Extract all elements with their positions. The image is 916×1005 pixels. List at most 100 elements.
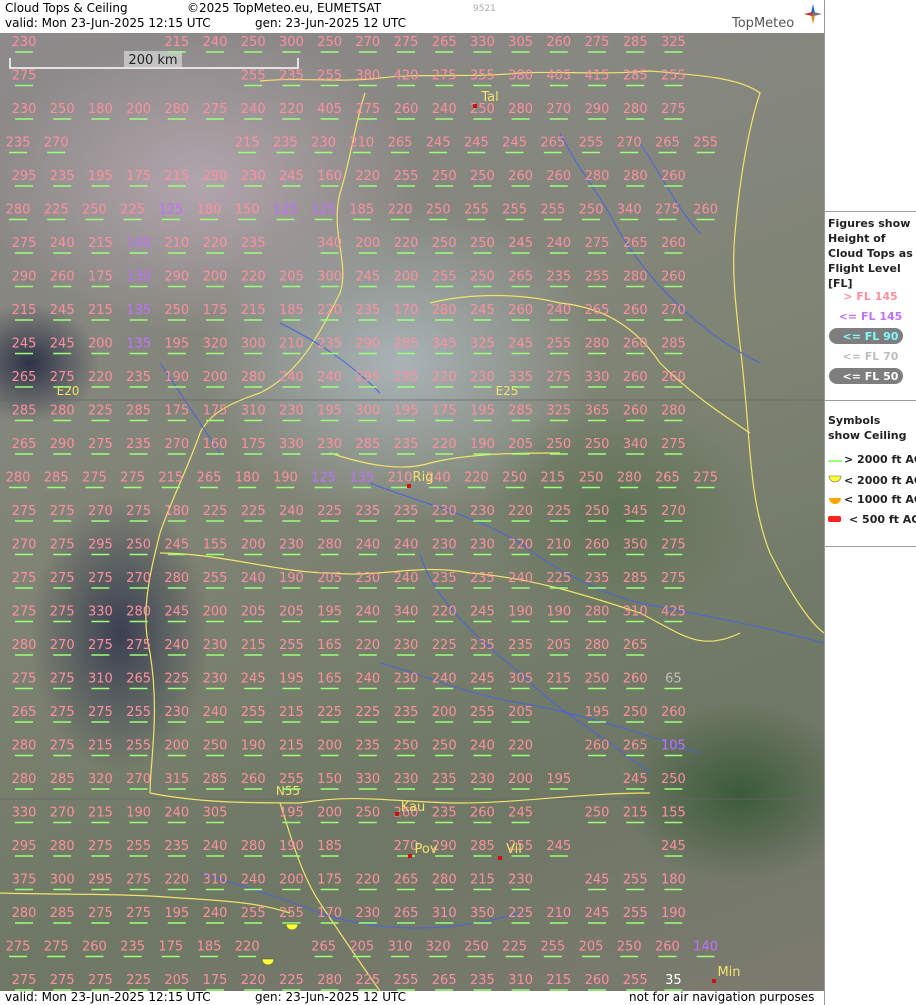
- city-label: Rig: [413, 470, 434, 485]
- cloud-top-value: 275: [50, 973, 75, 988]
- cloud-top-value: 220: [508, 739, 533, 754]
- city-marker: [395, 812, 399, 816]
- satellite-map[interactable]: 200 km E20 E25 N55 230 215 240 250 300 250 270 275 2…: [0, 33, 824, 991]
- cloud-top-value: 255: [126, 705, 151, 720]
- cloud-top-value: 285: [623, 35, 648, 50]
- cloud-top-value: 265: [394, 906, 419, 921]
- cloud-top-value: 275: [50, 672, 75, 687]
- cloud-top-value: 220: [241, 973, 266, 988]
- cloud-top-value: 260: [623, 404, 648, 419]
- cloud-top-value: 240: [279, 504, 304, 519]
- cloud-top-value: 215: [158, 471, 183, 486]
- city-label: Vil: [506, 842, 522, 857]
- cloud-top-value: 125: [311, 203, 336, 218]
- cloud-top-value: 250: [470, 169, 495, 184]
- cloud-top-value: 165: [317, 638, 342, 653]
- cloud-top-value: 225: [241, 504, 266, 519]
- cloud-top-value: 230: [470, 538, 495, 553]
- cloud-top-value: 330: [12, 806, 37, 821]
- cloud-top-value: 35: [665, 973, 682, 988]
- cloud-top-value: 305: [508, 35, 533, 50]
- cloud-top-value: 190: [546, 605, 571, 620]
- cloud-top-value: 215: [88, 739, 113, 754]
- cloud-top-value: 220: [394, 236, 419, 251]
- footer-valid-time: valid: Mon 23-Jun-2025 12:15 UTC: [5, 990, 211, 1004]
- cloud-top-value: 330: [279, 437, 304, 452]
- cloud-top-value: 190: [661, 906, 686, 921]
- cloud-top-value: 135: [126, 337, 151, 352]
- cloud-top-value: 285: [44, 471, 69, 486]
- cloud-top-value: 270: [126, 571, 151, 586]
- cloud-top-value: 200: [317, 806, 342, 821]
- cloud-top-value: 225: [317, 705, 342, 720]
- cloud-top-value: 240: [508, 571, 533, 586]
- cloud-top-value: 230: [470, 370, 495, 385]
- cloud-top-value: 255: [661, 69, 686, 84]
- cloud-top-value: 230: [203, 672, 228, 687]
- cloud-top-value: 320: [203, 337, 228, 352]
- cloud-top-value: 260: [241, 772, 266, 787]
- cloud-top-value: 260: [546, 169, 571, 184]
- cloud-top-value: 290: [355, 337, 380, 352]
- cloud-top-value: 250: [585, 437, 610, 452]
- cloud-top-value: 250: [585, 504, 610, 519]
- cloud-top-value: 240: [394, 538, 419, 553]
- city-label: Min: [717, 965, 740, 980]
- city-label: Tal: [480, 90, 498, 105]
- cloud-top-value: 280: [164, 102, 189, 117]
- cloud-top-value: 345: [623, 504, 648, 519]
- cloud-top-value: 230: [394, 772, 419, 787]
- cloud-top-value: 240: [355, 605, 380, 620]
- cloud-top-value: 220: [432, 437, 457, 452]
- cloud-top-value: 245: [241, 672, 266, 687]
- compass-logo-icon: [804, 4, 822, 24]
- cloud-top-value: 205: [508, 437, 533, 452]
- cloud-top-value: 250: [579, 471, 604, 486]
- cloud-top-value: 340: [317, 236, 342, 251]
- cloud-top-value: 265: [12, 437, 37, 452]
- cloud-top-value: 245: [279, 169, 304, 184]
- cloud-top-value: 255: [623, 906, 648, 921]
- cloud-top-value: 235: [394, 705, 419, 720]
- cloud-top-value: 240: [355, 538, 380, 553]
- cloud-top-value: 255: [279, 638, 304, 653]
- cloud-top-value: 230: [279, 404, 304, 419]
- cloud-top-value: 275: [12, 236, 37, 251]
- cloud-top-value: 275: [50, 571, 75, 586]
- cloud-top-value: 245: [470, 303, 495, 318]
- cloud-top-value: 275: [661, 538, 686, 553]
- cloud-top-value: 220: [235, 940, 260, 955]
- cloud-top-value: 250: [546, 437, 571, 452]
- cloud-top-value: 225: [44, 203, 69, 218]
- cloud-top-value: 420: [394, 69, 419, 84]
- cloud-top-value: 190: [126, 806, 151, 821]
- cloud-top-value: 220: [317, 303, 342, 318]
- cloud-top-value: 210: [388, 471, 413, 486]
- cloud-top-value: 235: [50, 169, 75, 184]
- cloud-top-value: 160: [203, 437, 228, 452]
- cloud-top-value: 195: [394, 404, 419, 419]
- cloud-top-value: 220: [432, 370, 457, 385]
- cloud-top-value: 235: [432, 571, 457, 586]
- cloud-top-value: 295: [88, 873, 113, 888]
- cloud-top-value: 275: [126, 906, 151, 921]
- cloud-top-value: 250: [50, 102, 75, 117]
- cloud-top-value: 235: [508, 638, 533, 653]
- cloud-top-value: 255: [126, 839, 151, 854]
- cloud-top-value: 310: [241, 404, 266, 419]
- cloud-top-value: 280: [432, 873, 457, 888]
- legend-fl-50: <= FL 50: [842, 370, 899, 383]
- generated-time: gen: 23-Jun-2025 12 UTC: [255, 16, 407, 30]
- cloud-top-value: 265: [311, 940, 336, 955]
- cloud-top-value: 240: [203, 705, 228, 720]
- cloud-top-value: 240: [546, 236, 571, 251]
- cloud-top-value: 330: [355, 772, 380, 787]
- cloud-top-value: 300: [241, 337, 266, 352]
- cloud-top-value: 155: [203, 538, 228, 553]
- cloud-top-value: 215: [241, 303, 266, 318]
- cloud-top-value: 235: [546, 270, 571, 285]
- cloud-top-value: 270: [50, 806, 75, 821]
- cloud-top-value: 230: [394, 638, 419, 653]
- cloud-top-value: 240: [241, 102, 266, 117]
- cloud-top-value: 220: [241, 270, 266, 285]
